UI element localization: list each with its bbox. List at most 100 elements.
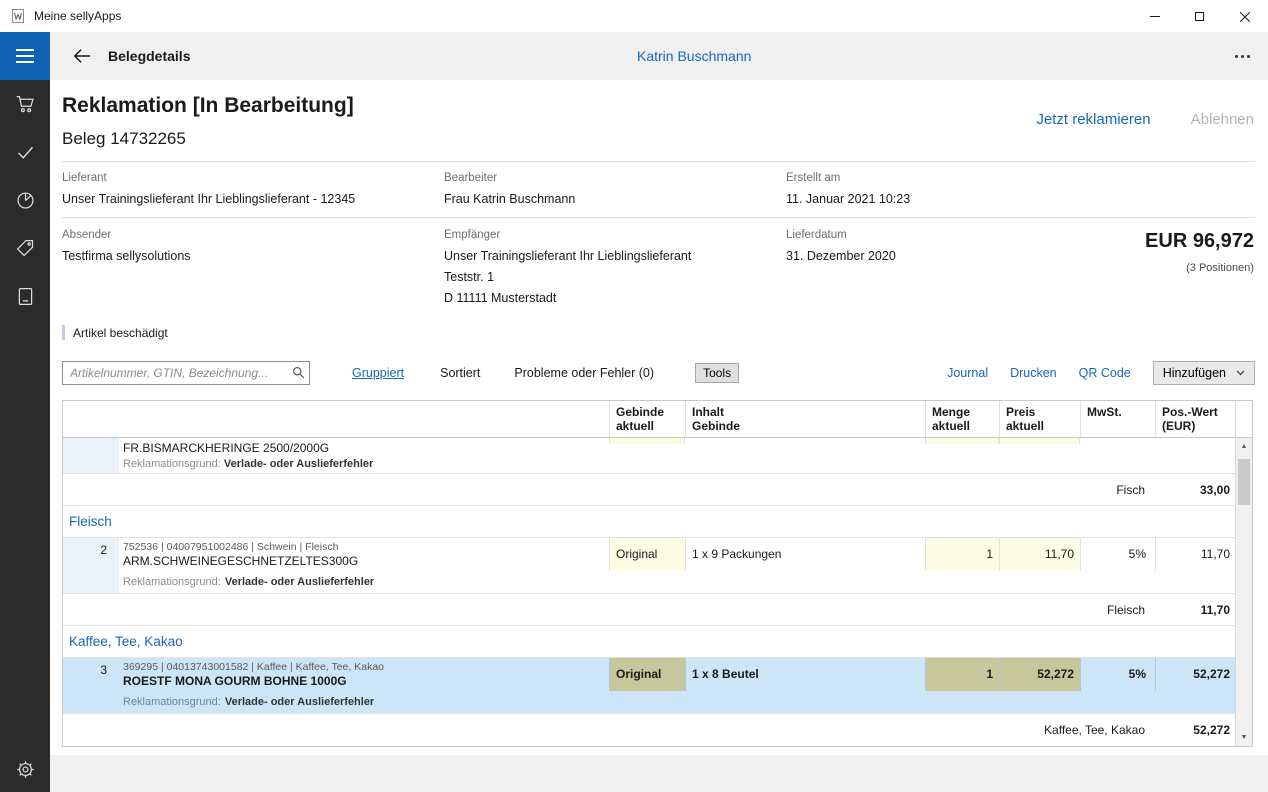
cell-menge: 1 (925, 538, 999, 571)
group-footer-value: 33,00 (1155, 483, 1235, 497)
table-row[interactable]: 2 752536 | 04007951002486 | Schwein | Fl… (63, 538, 1235, 594)
filter-sorted[interactable]: Sortiert (440, 366, 480, 380)
column-header-poswert[interactable]: Pos.-Wert (EUR) (1155, 401, 1235, 437)
more-options-button[interactable] (1235, 32, 1250, 80)
filter-grouped[interactable]: Gruppiert (352, 366, 404, 380)
article-cell: 369295 | 04013743001582 | Kaffee | Kaffe… (119, 658, 609, 691)
journal-icon (15, 286, 36, 307)
minimize-icon (1150, 16, 1160, 17)
page-title: Belegdetails (108, 48, 190, 64)
divider (62, 161, 1255, 162)
column-header-inhalt[interactable]: Inhalt Gebinde (685, 401, 925, 437)
cell-inhalt: 1 x 8 Beutel (685, 658, 925, 691)
document-title: Reklamation [In Bearbeitung] (62, 94, 354, 118)
damage-tag: Artikel beschädigt (62, 325, 168, 340)
cell-gebinde: Original (609, 538, 685, 571)
complaint-reason: Reklamationsgrund: Verlade- oder Auslief… (119, 691, 374, 713)
field-label-lieferdatum: Lieferdatum (786, 229, 847, 241)
field-value-bearbeiter: Frau Katrin Buschmann (444, 192, 575, 206)
field-value-lieferdatum: 31. Dezember 2020 (786, 249, 896, 263)
gear-icon (15, 759, 36, 780)
table-scrollbar[interactable]: ▲ ▼ (1236, 438, 1252, 746)
more-options-icon (1235, 55, 1238, 58)
highlight-cell-clipped (925, 438, 999, 444)
app-window: Meine sellyApps Belegdetails Katrin Busc… (0, 0, 1268, 792)
cell-menge: 1 (925, 658, 999, 691)
title-bar: Meine sellyApps (0, 0, 1268, 32)
group-footer-value: 11,70 (1155, 603, 1235, 617)
highlight-cell-clipped (999, 438, 1080, 444)
cell-poswert: 11,70 (1155, 538, 1235, 571)
table-row-selected[interactable]: 3 369295 | 04013743001582 | Kaffee | Kaf… (63, 658, 1235, 714)
add-button[interactable]: Hinzufügen (1153, 361, 1255, 385)
maximize-icon (1195, 12, 1204, 21)
column-header-preis[interactable]: Preis aktuell (999, 401, 1080, 437)
chevron-down-icon (1236, 370, 1245, 376)
scrollbar-thumb[interactable] (1238, 459, 1250, 505)
scroll-down-icon[interactable]: ▼ (1236, 729, 1252, 746)
row-number: 3 (63, 658, 119, 691)
link-qr-code[interactable]: QR Code (1079, 366, 1131, 380)
group-header-kaffee: Kaffee, Tee, Kakao (63, 626, 1235, 658)
search-box (62, 361, 310, 385)
column-header-number (63, 401, 119, 437)
column-header-mwst[interactable]: MwSt. (1080, 401, 1155, 437)
sidebar-item-tasks[interactable] (0, 142, 50, 164)
field-value-empfaenger: Unser Trainingslieferant Ihr Lieblingsli… (444, 246, 691, 309)
scroll-up-icon[interactable]: ▲ (1236, 438, 1252, 455)
hamburger-menu-button[interactable] (0, 32, 50, 80)
sidebar-item-journal[interactable] (0, 286, 50, 308)
claim-now-button[interactable]: Jetzt reklamieren (1036, 111, 1150, 128)
tag-label: Artikel beschädigt (73, 326, 168, 340)
close-icon (1240, 12, 1250, 22)
sidebar-item-settings[interactable] (0, 759, 50, 780)
group-footer-label: Kaffee, Tee, Kakao (63, 723, 1155, 737)
main-content: Reklamation [In Bearbeitung] Beleg 14732… (50, 80, 1268, 792)
bottom-strip (50, 755, 1268, 792)
add-button-label: Hinzufügen (1163, 366, 1226, 380)
maximize-button[interactable] (1177, 1, 1222, 32)
link-print[interactable]: Drucken (1010, 366, 1057, 380)
sidebar-item-statistics[interactable] (0, 190, 50, 212)
article-meta: 369295 | 04013743001582 | Kaffee | Kaffe… (123, 661, 603, 673)
cart-icon (15, 94, 36, 115)
field-value-lieferant: Unser Trainingslieferant Ihr Lieblingsli… (62, 192, 355, 206)
tag-color-bar (62, 325, 65, 340)
link-journal[interactable]: Journal (947, 366, 988, 380)
column-header-menge[interactable]: Menge aktuell (925, 401, 999, 437)
window-title: Meine sellyApps (34, 9, 121, 23)
article-name: ARM.SCHWEINEGESCHNETZELTES300G (123, 554, 603, 569)
app-header: Belegdetails Katrin Buschmann (0, 32, 1268, 80)
table-row-partial[interactable]: FR.BISMARCKHERINGE 2500/2000G Reklamatio… (63, 438, 1235, 474)
checkmark-icon (15, 142, 36, 163)
group-footer-fisch: Fisch 33,00 (63, 474, 1235, 506)
back-button[interactable] (71, 46, 93, 66)
row-number-cell (63, 438, 119, 473)
cell-mwst: 5% (1080, 658, 1155, 691)
tools-button[interactable]: Tools (695, 363, 739, 383)
article-cell: 752536 | 04007951002486 | Schwein | Flei… (119, 538, 609, 571)
price-tag-icon (15, 238, 36, 259)
document-number: Beleg 14732265 (62, 129, 186, 149)
group-footer-kaffee: Kaffee, Tee, Kakao 52,272 (63, 714, 1235, 746)
search-input[interactable] (62, 361, 310, 385)
close-button[interactable] (1222, 1, 1267, 32)
total-amount: EUR 96,972 (1145, 230, 1254, 253)
field-value-absender: Testfirma sellysolutions (62, 249, 191, 263)
cell-mwst: 5% (1080, 538, 1155, 571)
sidebar (0, 80, 50, 792)
sidebar-item-offers[interactable] (0, 238, 50, 260)
filter-problems[interactable]: Probleme oder Fehler (0) (514, 366, 654, 380)
column-header-gebinde[interactable]: Gebinde aktuell (609, 401, 685, 437)
sidebar-item-cart[interactable] (0, 94, 50, 116)
table-header-row: Gebinde aktuell Inhalt Gebinde Menge akt… (63, 401, 1235, 438)
field-label-lieferant: Lieferant (62, 172, 107, 184)
minimize-button[interactable] (1132, 1, 1177, 32)
toolbar-links: Journal Drucken QR Code Hinzufügen (947, 361, 1255, 385)
pie-chart-icon (15, 190, 36, 211)
field-label-empfaenger: Empfänger (444, 229, 500, 241)
hamburger-icon (16, 49, 34, 51)
cell-preis: 11,70 (999, 538, 1080, 571)
field-value-erstellt: 11. Januar 2021 10:23 (786, 192, 910, 206)
decline-button[interactable]: Ablehnen (1191, 111, 1254, 128)
